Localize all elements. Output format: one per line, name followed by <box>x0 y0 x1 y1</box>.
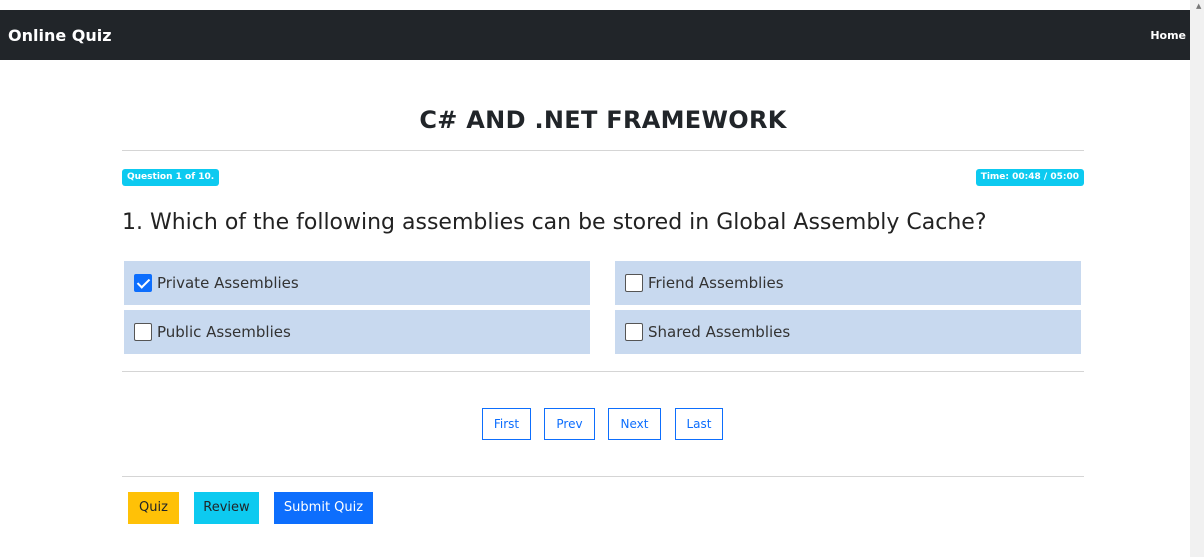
prev-page-button[interactable]: Prev <box>544 408 595 440</box>
first-page-button[interactable]: First <box>482 408 531 440</box>
nav-home-link[interactable]: Home <box>1150 29 1186 42</box>
option-checkbox[interactable] <box>625 274 643 292</box>
option-checkbox[interactable] <box>134 274 152 292</box>
quiz-button[interactable]: Quiz <box>128 492 179 524</box>
brand-link[interactable]: Online Quiz <box>8 26 112 45</box>
next-page-button[interactable]: Next <box>608 408 661 440</box>
option-label: Friend Assemblies <box>648 274 784 292</box>
option-public-assemblies[interactable]: Public Assemblies <box>124 310 590 354</box>
last-page-button[interactable]: Last <box>675 408 723 440</box>
actions-divider <box>122 476 1084 477</box>
option-label: Public Assemblies <box>157 323 291 341</box>
page-scrollbar[interactable] <box>1190 0 1204 557</box>
timer-badge: Time: 00:48 / 05:00 <box>975 169 1084 186</box>
scroll-up-arrow-icon[interactable]: ▲ <box>1196 2 1201 10</box>
option-shared-assemblies[interactable]: Shared Assemblies <box>615 310 1081 354</box>
submit-quiz-button[interactable]: Submit Quiz <box>274 492 373 524</box>
option-label: Shared Assemblies <box>648 323 791 341</box>
option-checkbox[interactable] <box>134 323 152 341</box>
window-top-strip <box>0 0 1204 10</box>
option-label: Private Assemblies <box>157 274 299 292</box>
option-private-assemblies[interactable]: Private Assemblies <box>124 261 590 305</box>
top-navbar: Online Quiz Home <box>0 10 1190 60</box>
quiz-title: C# AND .NET FRAMEWORK <box>419 106 787 134</box>
question-counter-badge: Question 1 of 10. <box>122 169 220 186</box>
option-checkbox[interactable] <box>625 323 643 341</box>
question-text: 1. Which of the following assemblies can… <box>122 210 987 235</box>
options-divider <box>122 371 1084 372</box>
option-friend-assemblies[interactable]: Friend Assemblies <box>615 261 1081 305</box>
title-divider <box>122 150 1084 151</box>
review-button[interactable]: Review <box>194 492 259 524</box>
